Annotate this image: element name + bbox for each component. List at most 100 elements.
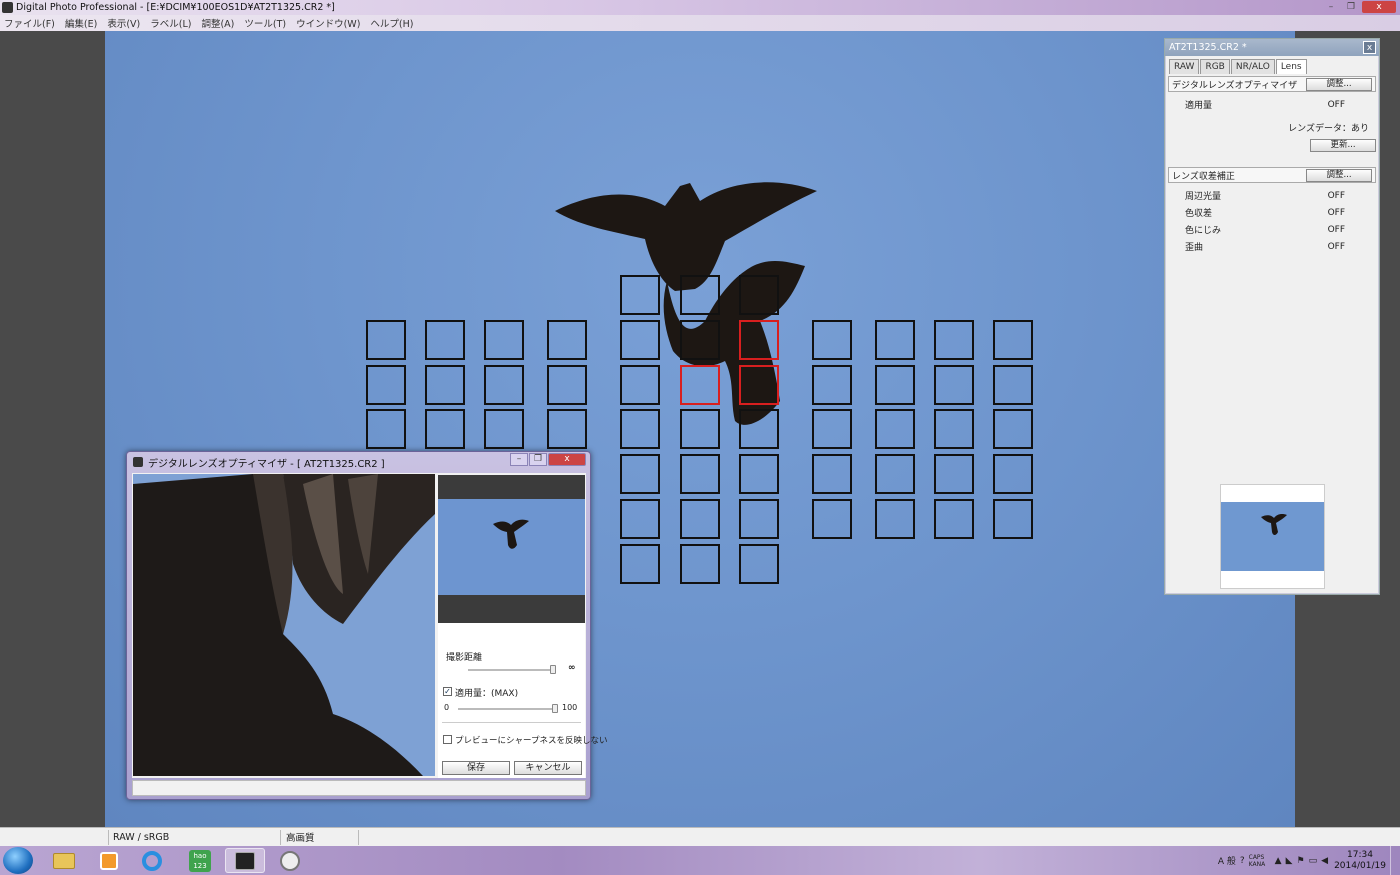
af-point (425, 409, 465, 449)
system-tray: A 般 ? CAPS KANA ▲ ◣ ⚑ ▭ ◀ 17:34 2014/01/… (1216, 846, 1400, 875)
af-point (366, 409, 406, 449)
menu-file[interactable]: ファイル(F) (4, 16, 55, 30)
af-point (739, 544, 779, 584)
af-point (620, 544, 660, 584)
network-icon[interactable]: ▭ (1309, 856, 1318, 866)
minimize-button[interactable]: – (1322, 1, 1340, 13)
dlo-zoom-preview[interactable] (133, 474, 435, 776)
ime-indicator[interactable]: A 般 (1218, 854, 1236, 867)
aberration-row-color-blur: 色にじみ OFF (1165, 221, 1379, 238)
palette-title-bar[interactable]: AT2T1325.CR2 * x (1165, 39, 1379, 56)
crow-thumbnail (1261, 514, 1287, 535)
tab-nr-alo[interactable]: NR/ALO (1230, 59, 1275, 74)
caps-kana-indicator: CAPS KANA (1248, 853, 1266, 868)
palette-tabs: RAW RGB NR/ALO Lens (1165, 56, 1379, 74)
menu-edit[interactable]: 編集(E) (65, 16, 97, 30)
distance-label: 撮影距離 (446, 653, 483, 663)
af-point (812, 499, 852, 539)
windows-start-icon[interactable] (3, 847, 33, 874)
menu-adjust[interactable]: 調整(A) (201, 16, 234, 30)
dlo-adjust-button[interactable]: 調整... (1306, 77, 1372, 91)
aberration-value: OFF (1327, 224, 1345, 235)
af-point (484, 365, 524, 405)
clock-date: 2014/01/19 (1334, 860, 1386, 871)
paint-icon[interactable] (270, 848, 310, 873)
dlo-dialog-title: デジタルレンズオプティマイザ - [ AT2T1325.CR2 ] (148, 458, 385, 470)
aberration-label: 色収差 (1185, 209, 1213, 219)
dlo-amount-label: 適用量 (1185, 101, 1213, 111)
lens-data-update-button[interactable]: 更新... (1310, 138, 1376, 152)
tab-raw[interactable]: RAW (1169, 59, 1200, 74)
af-point (993, 409, 1033, 449)
hao123-label: hao 123 (189, 849, 211, 872)
help-icon[interactable]: ? (1240, 856, 1245, 866)
close-button[interactable]: x (1362, 1, 1396, 13)
af-point (680, 454, 720, 494)
distance-slider-knob[interactable] (550, 665, 556, 674)
af-point (875, 365, 915, 405)
menu-help[interactable]: ヘルプ(H) (370, 16, 413, 30)
af-point (680, 275, 720, 315)
tab-rgb[interactable]: RGB (1200, 59, 1230, 74)
aberration-adjust-button[interactable]: 調整... (1306, 168, 1372, 182)
media-player-icon[interactable] (89, 848, 129, 873)
amount-slider-track[interactable] (458, 708, 556, 710)
title-bar: Digital Photo Professional - [E:¥DCIM¥10… (0, 0, 1400, 15)
dlo-status-line (132, 780, 586, 796)
nvidia-icon[interactable]: ◣ (1286, 856, 1293, 866)
menu-label[interactable]: ラベル(L) (150, 16, 191, 30)
cancel-button[interactable]: キャンセル (514, 761, 582, 775)
status-format: RAW / sRGB (113, 831, 170, 843)
dlo-amount-row: 適用量 OFF (1165, 96, 1379, 113)
crow-closeup (133, 474, 435, 776)
menu-view[interactable]: 表示(V) (107, 16, 140, 30)
dlo-navigator[interactable] (438, 475, 585, 623)
folder-icon[interactable] (44, 848, 84, 873)
preview-sharpness-checkbox[interactable] (443, 735, 452, 744)
dlo-minimize-button[interactable]: – (510, 453, 528, 466)
amount-slider-knob[interactable] (552, 704, 558, 713)
digital-photo-professional-icon[interactable] (225, 848, 265, 873)
aberration-label: 歪曲 (1185, 243, 1204, 253)
preview-sharpness-label: プレビューにシャープネスを反映しない (455, 736, 608, 746)
tab-lens[interactable]: Lens (1275, 59, 1307, 74)
aberration-section-header: レンズ収差補正 調整... (1168, 167, 1376, 183)
dlo-dialog-title-bar[interactable]: デジタルレンズオプティマイザ - [ AT2T1325.CR2 ] – ❐ x (127, 452, 590, 472)
menu-window[interactable]: ウインドウ(W) (296, 16, 360, 30)
aberration-label: 周辺光量 (1185, 192, 1222, 202)
af-point (739, 275, 779, 315)
show-desktop-button[interactable] (1390, 846, 1400, 875)
af-point (875, 409, 915, 449)
navigator-thumbnail[interactable] (1220, 484, 1325, 589)
amount-max: 100 (562, 703, 578, 712)
amount-min: 0 (444, 703, 450, 712)
show-hidden-icons-icon[interactable]: ▲ (1275, 856, 1282, 866)
palette-close-button[interactable]: x (1363, 41, 1376, 54)
menu-tools[interactable]: ツール(T) (244, 16, 286, 30)
hao123-icon[interactable]: hao 123 (180, 848, 220, 873)
flag-icon[interactable]: ⚑ (1296, 856, 1304, 866)
af-point (993, 499, 1033, 539)
af-point (620, 365, 660, 405)
af-point (680, 544, 720, 584)
af-point (739, 499, 779, 539)
af-point-active (739, 365, 779, 405)
af-point (425, 320, 465, 360)
amount-checkbox[interactable]: ✓ (443, 687, 452, 696)
dlo-amount-value: OFF (1327, 99, 1345, 110)
status-bar: RAW / sRGB 高画質 (0, 827, 1400, 846)
af-point (620, 320, 660, 360)
save-button[interactable]: 保存 (442, 761, 510, 775)
dlo-maximize-button[interactable]: ❐ (529, 453, 547, 466)
af-point (620, 275, 660, 315)
af-point (993, 320, 1033, 360)
volume-icon[interactable]: ◀ (1321, 856, 1328, 866)
maximize-button[interactable]: ❐ (1342, 1, 1360, 13)
internet-explorer-icon[interactable] (132, 848, 172, 873)
aberration-section-label: レンズ収差補正 (1172, 171, 1235, 182)
af-point (812, 320, 852, 360)
clock[interactable]: 17:34 2014/01/19 (1330, 850, 1390, 872)
dlo-close-button[interactable]: x (548, 453, 586, 466)
af-point (620, 409, 660, 449)
distance-slider-track[interactable] (468, 669, 554, 671)
